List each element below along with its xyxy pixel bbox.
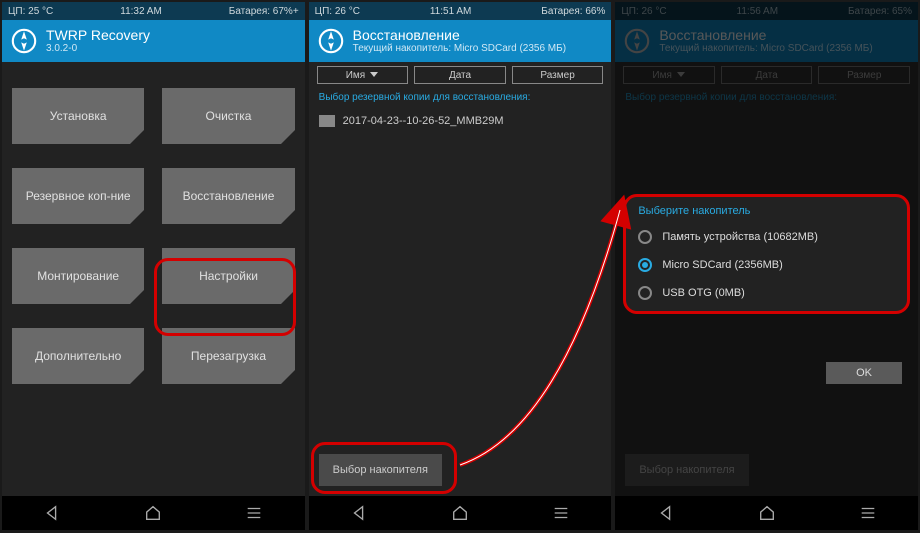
nav-back-icon[interactable]	[350, 504, 368, 522]
sort-row: Имя Дата Размер	[615, 62, 918, 90]
screen-main-menu: ЦП: 25 °C 11:32 AM Батарея: 67%+ TWRP Re…	[2, 2, 305, 530]
status-time: 11:32 AM	[120, 6, 162, 17]
tile-restore[interactable]: Восстановление	[162, 168, 294, 224]
radio-icon	[638, 286, 652, 300]
android-navbar	[615, 496, 918, 530]
sort-name-label: Имя	[652, 70, 671, 81]
main-menu-body: Установка Очистка Резервное коп-ние Восс…	[2, 62, 305, 496]
statusbar: ЦП: 25 °C 11:32 AM Батарея: 67%+	[2, 2, 305, 20]
backup-file-row[interactable]: 2017-04-23--10-26-52_MMB29M	[309, 109, 612, 133]
header-subtitle: 3.0.2-0	[46, 43, 150, 54]
status-time: 11:56 AM	[737, 6, 779, 17]
select-storage-button[interactable]: Выбор накопителя	[319, 454, 442, 486]
folder-icon	[319, 115, 335, 127]
tile-wipe[interactable]: Очистка	[162, 88, 294, 144]
storage-option-usbotg[interactable]: USB OTG (0MB)	[638, 279, 895, 307]
twrp-logo-icon	[317, 27, 345, 55]
statusbar: ЦП: 26 °C 11:51 AM Батарея: 66%	[309, 2, 612, 20]
dialog-title: Выберите накопитель	[638, 205, 895, 217]
sort-name-button[interactable]: Имя	[317, 66, 409, 84]
sort-down-icon	[369, 71, 379, 79]
tile-backup[interactable]: Резервное коп-ние	[12, 168, 144, 224]
tile-settings[interactable]: Настройки	[162, 248, 294, 304]
nav-recent-icon[interactable]	[859, 504, 877, 522]
android-navbar	[2, 496, 305, 530]
sort-size-button: Размер	[818, 66, 910, 84]
android-navbar	[309, 496, 612, 530]
select-storage-button: Выбор накопителя	[625, 454, 748, 486]
app-header: TWRP Recovery 3.0.2-0	[2, 20, 305, 62]
sort-name-button: Имя	[623, 66, 715, 84]
statusbar: ЦП: 26 °C 11:56 AM Батарея: 65%	[615, 2, 918, 20]
nav-back-icon[interactable]	[43, 504, 61, 522]
tile-mount[interactable]: Монтирование	[12, 248, 144, 304]
nav-home-icon[interactable]	[758, 504, 776, 522]
status-battery: Батарея: 67%+	[229, 6, 299, 17]
storage-option-label: Micro SDCard (2356MB)	[662, 259, 782, 271]
tile-reboot[interactable]: Перезагрузка	[162, 328, 294, 384]
radio-icon	[638, 230, 652, 244]
nav-recent-icon[interactable]	[552, 504, 570, 522]
header-subtitle: Текущий накопитель: Micro SDCard (2356 М…	[659, 43, 872, 54]
status-battery: Батарея: 66%	[541, 6, 605, 17]
header-title: Восстановление	[353, 28, 566, 43]
storage-option-sdcard[interactable]: Micro SDCard (2356MB)	[638, 251, 895, 279]
header-subtitle: Текущий накопитель: Micro SDCard (2356 М…	[353, 43, 566, 54]
sort-size-button[interactable]: Размер	[512, 66, 604, 84]
status-time: 11:51 AM	[430, 6, 472, 17]
nav-recent-icon[interactable]	[245, 504, 263, 522]
status-cpu: ЦП: 26 °C	[315, 6, 360, 17]
sort-date-button[interactable]: Дата	[414, 66, 506, 84]
sort-row: Имя Дата Размер	[309, 62, 612, 90]
twrp-logo-icon	[10, 27, 38, 55]
screen-restore-list: ЦП: 26 °C 11:51 AM Батарея: 66% Восстано…	[309, 2, 612, 530]
storage-option-internal[interactable]: Память устройства (10682MB)	[638, 223, 895, 251]
sort-date-button: Дата	[721, 66, 813, 84]
status-battery: Батарея: 65%	[848, 6, 912, 17]
status-cpu: ЦП: 25 °C	[8, 6, 53, 17]
restore-body: Имя Дата Размер Выбор резервной копии дл…	[309, 62, 612, 496]
storage-dialog: Выберите накопитель Память устройства (1…	[623, 194, 910, 314]
nav-home-icon[interactable]	[451, 504, 469, 522]
tile-install[interactable]: Установка	[12, 88, 144, 144]
sort-name-label: Имя	[346, 70, 365, 81]
backup-file-name: 2017-04-23--10-26-52_MMB29M	[343, 115, 504, 127]
tile-advanced[interactable]: Дополнительно	[12, 328, 144, 384]
radio-icon-selected	[638, 258, 652, 272]
header-title: Восстановление	[659, 28, 872, 43]
storage-option-label: USB OTG (0MB)	[662, 287, 745, 299]
nav-home-icon[interactable]	[144, 504, 162, 522]
header-title: TWRP Recovery	[46, 28, 150, 43]
status-cpu: ЦП: 26 °C	[621, 6, 666, 17]
nav-back-icon[interactable]	[657, 504, 675, 522]
ok-button[interactable]: OK	[826, 362, 902, 384]
twrp-logo-icon	[623, 27, 651, 55]
sort-down-icon	[676, 71, 686, 79]
storage-option-label: Память устройства (10682MB)	[662, 231, 818, 243]
app-header: Восстановление Текущий накопитель: Micro…	[615, 20, 918, 62]
screen-storage-dialog: ЦП: 26 °C 11:56 AM Батарея: 65% Восстано…	[615, 2, 918, 530]
restore-hint: Выбор резервной копии для восстановления…	[615, 90, 918, 109]
app-header: Восстановление Текущий накопитель: Micro…	[309, 20, 612, 62]
restore-body-dimmed: Имя Дата Размер Выбор резервной копии дл…	[615, 62, 918, 496]
restore-hint: Выбор резервной копии для восстановления…	[309, 90, 612, 109]
